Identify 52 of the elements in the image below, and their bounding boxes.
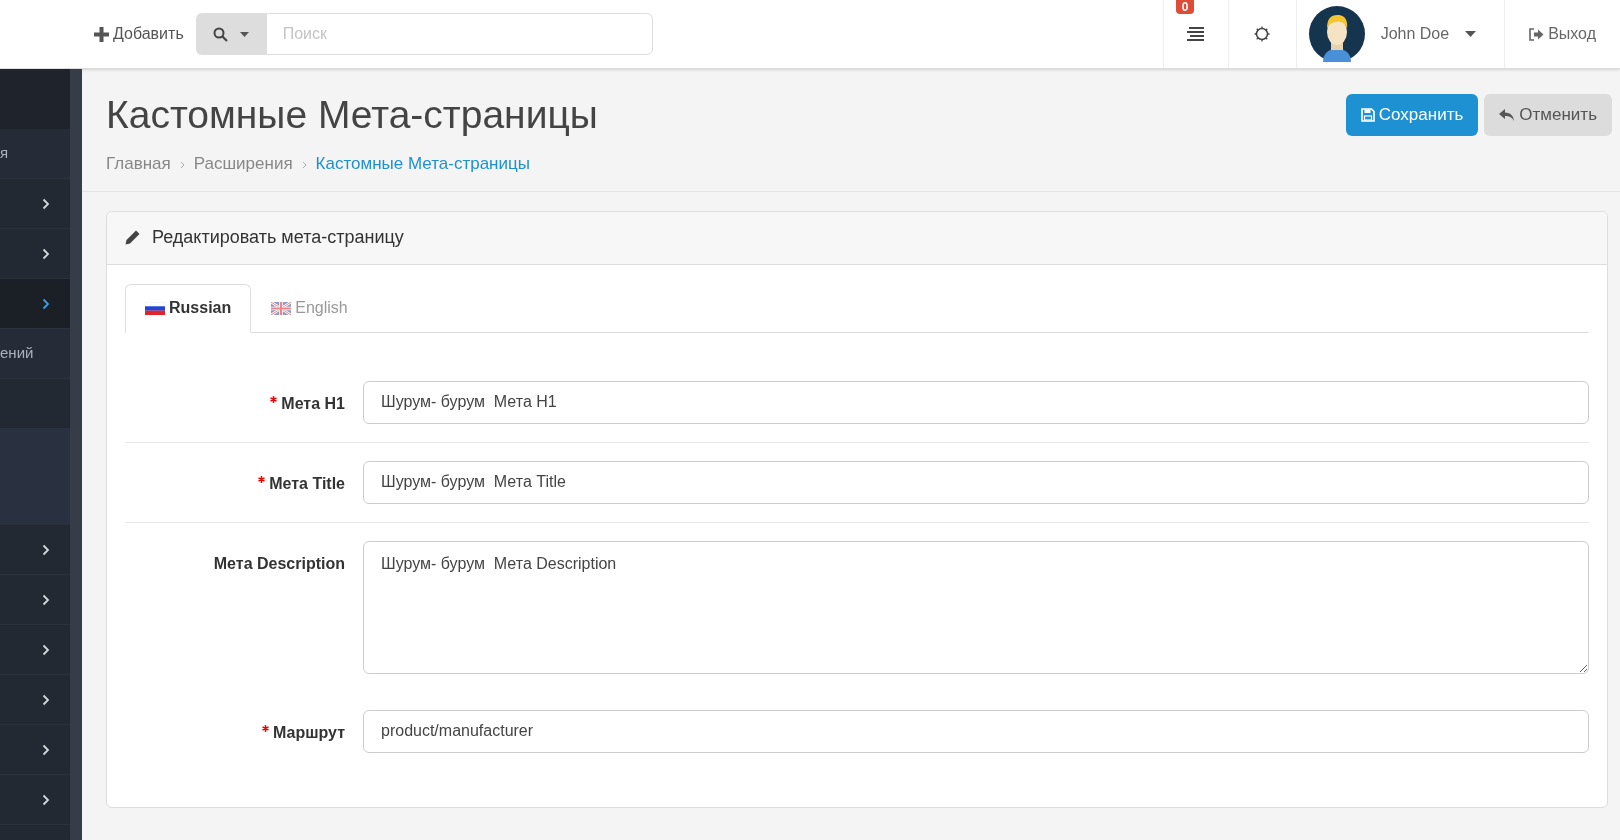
undo-icon bbox=[1499, 108, 1516, 122]
chevron-icon bbox=[42, 643, 50, 656]
language-tab[interactable]: Russian bbox=[125, 283, 252, 333]
cancel-button[interactable]: Отменить bbox=[1484, 94, 1612, 136]
sidebar-item[interactable]: ений bbox=[0, 329, 70, 379]
search-dropdown-button[interactable] bbox=[195, 13, 266, 55]
field-label: Мета Title bbox=[269, 473, 345, 494]
flag-icon bbox=[271, 301, 292, 315]
chevron-icon bbox=[42, 793, 50, 806]
breadcrumb-link[interactable]: Главная bbox=[106, 151, 171, 177]
list-icon[interactable] bbox=[1187, 27, 1205, 41]
description-field[interactable]: Шурум- бурум Мета Description bbox=[363, 540, 1589, 674]
plus-icon bbox=[94, 26, 109, 42]
sidebar-item[interactable]: я bbox=[0, 129, 70, 179]
asterisk-icon bbox=[270, 395, 278, 403]
chevron-icon bbox=[42, 197, 50, 210]
flag-icon bbox=[145, 301, 165, 315]
save-button[interactable]: Сохранить bbox=[1345, 94, 1479, 136]
chevron-icon bbox=[301, 161, 307, 170]
floppy-icon bbox=[1360, 108, 1375, 122]
settings-icon[interactable] bbox=[1254, 26, 1271, 42]
asterisk-icon bbox=[261, 724, 269, 732]
avatar bbox=[1308, 6, 1365, 62]
panel-title: Редактировать мета-страницу bbox=[152, 226, 404, 249]
field-label: Мета H1 bbox=[281, 393, 345, 414]
chevron-icon bbox=[42, 543, 50, 556]
sidebar-item[interactable] bbox=[0, 279, 70, 329]
chevron-icon bbox=[42, 247, 50, 260]
user-menu[interactable]: John Doe bbox=[1295, 0, 1505, 68]
input-field[interactable]: Шурум- бурум Мета H1 bbox=[363, 380, 1589, 424]
chevron-icon bbox=[42, 297, 50, 310]
search-icon bbox=[212, 26, 228, 42]
logout-icon bbox=[1529, 27, 1545, 41]
breadcrumb-link[interactable]: Кастомные Мета-страницы bbox=[315, 151, 530, 177]
chevron-icon bbox=[42, 593, 50, 606]
page-title: Кастомные Мета-страницы bbox=[106, 93, 598, 137]
caret-icon bbox=[1465, 31, 1477, 37]
add-button[interactable]: Добавить bbox=[82, 0, 196, 68]
notification-badge: 0 bbox=[1175, 0, 1195, 14]
field-label: Мета Description bbox=[213, 553, 345, 574]
logout-button[interactable]: Выход bbox=[1504, 0, 1620, 68]
asterisk-icon bbox=[258, 475, 266, 483]
chevron-icon bbox=[179, 161, 185, 170]
input-field[interactable]: Шурум- бурум Мета Title bbox=[363, 460, 1589, 504]
pencil-icon bbox=[125, 230, 140, 245]
chevron-icon bbox=[42, 743, 50, 756]
sidebar-header bbox=[0, 69, 70, 129]
field-label: Маршрут bbox=[272, 722, 345, 743]
input-field[interactable]: product/manufacturer bbox=[363, 709, 1589, 753]
chevron-icon bbox=[42, 693, 50, 706]
search-field[interactable]: Поиск bbox=[265, 13, 653, 55]
caret-icon bbox=[239, 31, 249, 37]
